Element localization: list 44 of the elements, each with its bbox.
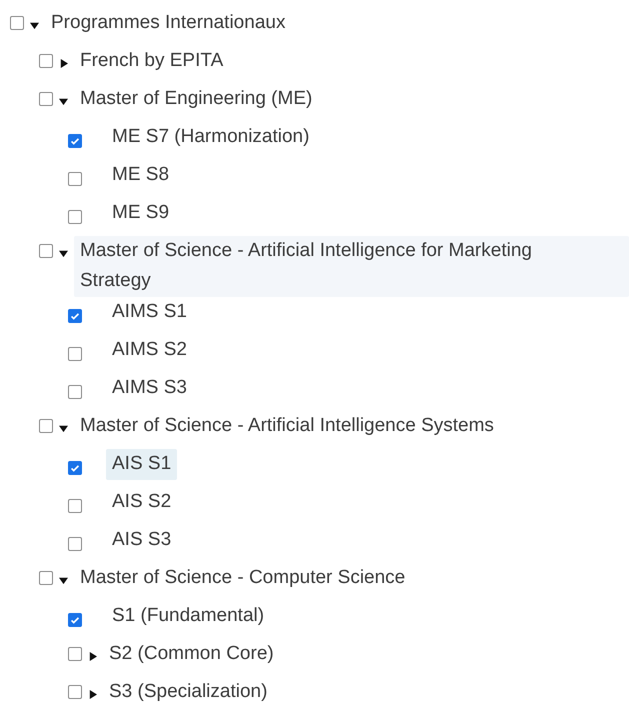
tree-item-label[interactable]: ME S9 — [106, 198, 176, 229]
tree-item-label[interactable]: S2 (Common Core) — [103, 639, 280, 670]
caret-right-icon[interactable] — [88, 652, 97, 661]
checkbox[interactable] — [68, 685, 82, 699]
tree-item-label[interactable]: Programmes Internationaux — [45, 8, 292, 39]
tree-item-label[interactable]: Master of Engineering (ME) — [74, 84, 318, 115]
caret-down-icon[interactable] — [59, 249, 68, 258]
tree-item-label[interactable]: French by EPITA — [74, 46, 230, 77]
checkbox[interactable] — [39, 54, 53, 68]
checkbox[interactable] — [68, 134, 82, 148]
checkbox[interactable] — [68, 537, 82, 551]
checkbox[interactable] — [68, 461, 82, 475]
tree-item-label[interactable]: AIMS S3 — [106, 373, 193, 404]
checkbox[interactable] — [39, 571, 53, 585]
checkbox[interactable] — [68, 613, 82, 627]
checkbox[interactable] — [68, 172, 82, 186]
tree-item-label[interactable]: AIS S3 — [106, 525, 178, 556]
checkbox[interactable] — [68, 347, 82, 361]
tree-item-label[interactable]: Master of Science - Computer Science — [74, 563, 412, 594]
tree-item-label[interactable]: AIMS S1 — [106, 297, 193, 328]
checkbox[interactable] — [68, 499, 82, 513]
checkbox[interactable] — [39, 92, 53, 106]
caret-down-icon[interactable] — [59, 576, 68, 585]
caret-right-icon[interactable] — [88, 690, 97, 699]
tree-item-label[interactable]: Master of Science - Artificial Intelligence Systems — [74, 411, 500, 442]
tree-item-label[interactable]: ME S8 — [106, 160, 176, 191]
tree-item-label[interactable]: AIS S2 — [106, 487, 178, 518]
checkbox[interactable] — [10, 16, 24, 30]
checkbox[interactable] — [39, 419, 53, 433]
tree-item-label[interactable]: Master of Science - Artificial Intelligence for Marketing Strategy — [74, 236, 629, 297]
tree-item-label[interactable]: ME S7 (Harmonization) — [106, 122, 316, 153]
checkbox[interactable] — [68, 309, 82, 323]
tree-item-label[interactable]: S3 (Specialization) — [103, 677, 274, 708]
checkbox[interactable] — [39, 244, 53, 258]
tree-item-label[interactable]: AIMS S2 — [106, 335, 193, 366]
caret-down-icon[interactable] — [59, 97, 68, 106]
caret-right-icon[interactable] — [59, 59, 68, 68]
tree-item-label[interactable]: AIS S1 — [106, 449, 178, 480]
checkbox[interactable] — [68, 647, 82, 661]
caret-down-icon[interactable] — [30, 21, 39, 30]
caret-down-icon[interactable] — [59, 424, 68, 433]
checkbox[interactable] — [68, 385, 82, 399]
checkbox[interactable] — [68, 210, 82, 224]
tree-item-label[interactable]: S1 (Fundamental) — [106, 601, 270, 632]
